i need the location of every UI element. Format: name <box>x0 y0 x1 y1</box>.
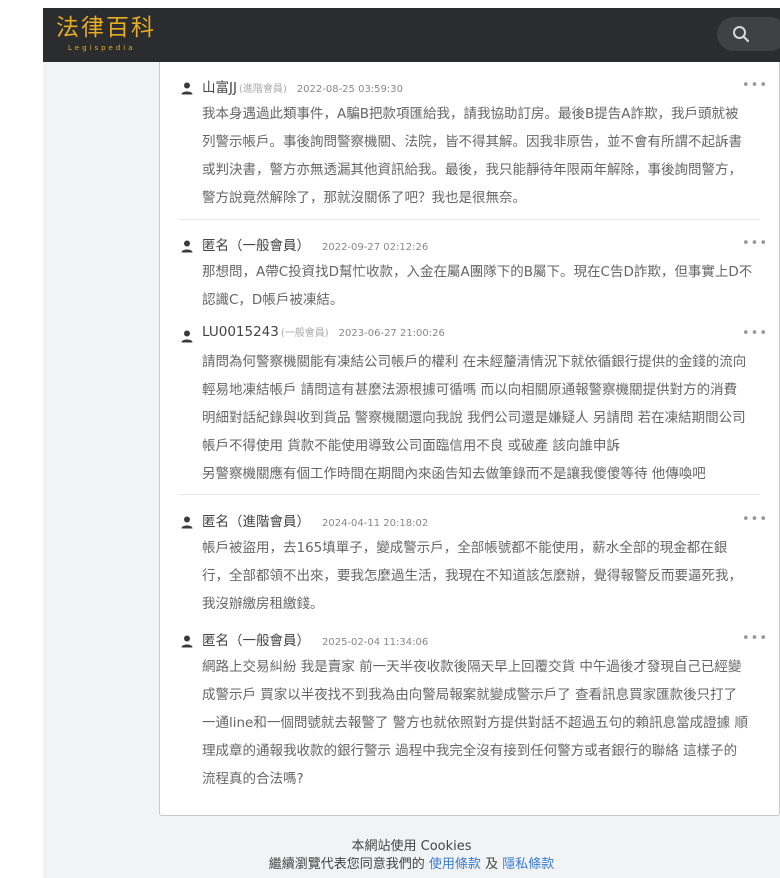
comment-author[interactable]: LU0015243 <box>202 324 279 340</box>
cookie-consent-line: 繼續瀏覽代表您同意我們的 使用條款 及 隱私條款 <box>43 856 780 874</box>
more-options-icon[interactable]: ••• <box>742 326 768 341</box>
more-options-icon[interactable]: ••• <box>742 512 768 527</box>
comment-item: LU0015243 (一般會員) 2023-06-27 21:00:26 ••• 請… <box>178 322 767 488</box>
privacy-link[interactable]: 隱私條款 <box>502 857 554 872</box>
comment-divider <box>178 494 760 495</box>
comment-meta: 匿名（一般會員） 2025-02-04 11:34:06 ••• <box>178 627 767 653</box>
search-icon <box>733 26 750 43</box>
comment-line: 請問為何警察機關能有凍結公司帳戶的權利 在未經釐清情況下就依循銀行提供的金錢的流… <box>202 354 747 370</box>
comment-meta: LU0015243 (一般會員) 2023-06-27 21:00:26 ••• <box>178 322 767 348</box>
comment-body: 我本身遇過此類事件，A騙B把款項匯給我，請我協助訂房。最後B提告A詐欺，我戶頭就… <box>202 100 760 212</box>
comment-time: 2024-04-11 20:18:02 <box>322 518 429 529</box>
comment-meta: 匿名（進階會員） 2024-04-11 20:18:02 ••• <box>178 508 767 534</box>
comment-line: 那想問，A帶C投資找D幫忙收款，入金在屬A團隊下的B屬下。現在C告D詐欺，但事實… <box>202 264 753 280</box>
comment-item: 匿名（一般會員） 2025-02-04 11:34:06 ••• 網路上交易糾紛 … <box>178 627 767 793</box>
comment-item: 匿名（進階會員） 2024-04-11 20:18:02 ••• 帳戶被盜用，去1… <box>178 508 767 618</box>
comment-time: 2022-08-25 03:59:30 <box>296 84 403 95</box>
comment-meta: 匿名（一般會員） 2022-09-27 02:12:26 ••• <box>178 232 767 258</box>
comment-line: 流程真的合法嗎? <box>202 771 304 787</box>
user-avatar-icon <box>181 330 193 343</box>
comment-line: 我本身遇過此類事件，A騙B把款項匯給我，請我協助訂房。最後B提告A詐欺，我戶頭就… <box>202 106 739 122</box>
site-header: 法律百科 Legispedia <box>43 8 780 62</box>
comment-line: 列警示帳戶。事後詢問警察機關、法院，皆不得其解。因我非原告，並不會有所謂不起訴書 <box>202 134 742 150</box>
cookie-and: 及 <box>485 857 499 872</box>
cookie-title: 本網站使用 Cookies <box>351 839 472 854</box>
cookie-notice: 本網站使用 Cookies 繼續瀏覽代表您同意我們的 使用條款 及 隱私條款 <box>43 838 780 874</box>
more-options-icon[interactable]: ••• <box>742 78 768 93</box>
comment-role: (進階會員) <box>238 84 287 95</box>
more-options-icon[interactable]: ••• <box>742 236 768 251</box>
comment-line: 理成章的通報我收款的銀行警示 過程中我完全沒有接到任何警方或者銀行的聯絡 這樣子… <box>202 743 738 759</box>
comment-line: 成警示戶 買家以半夜找不到我為由向警局報案就變成警示戶了 查看訊息買家匯款後只打… <box>202 687 738 703</box>
comment-line: 明細對話紀錄與收到貨品 警察機關還向我說 我們公司還是嫌疑人 另請問 若在凍結期… <box>202 410 746 426</box>
comment-author[interactable]: 匿名（一般會員） <box>202 238 310 254</box>
comment-line: 認識C，D帳戶被凍結。 <box>202 292 344 308</box>
terms-link[interactable]: 使用條款 <box>429 857 481 872</box>
more-options-icon[interactable]: ••• <box>742 631 768 646</box>
comments-card: 山富JJ (進階會員) 2022-08-25 03:59:30 ••• 我本身遇過此… <box>159 62 780 816</box>
comment-line: 一通line和一個問號就去報警了 警方也就依照對方提供對話不超過五句的賴訊息當成… <box>202 715 748 731</box>
comment-line: 我沒辦繳房租繳錢。 <box>202 596 324 612</box>
comment-divider <box>178 219 760 220</box>
comment-author[interactable]: 匿名（一般會員） <box>202 633 310 649</box>
comment-line: 輕易地凍結帳戶 請問這有甚麼法源根據可循嗎 而以向相關原通報警察機關提供對方的消… <box>202 382 738 398</box>
user-avatar-icon <box>181 240 193 253</box>
logo-subtitle: Legispedia <box>68 44 136 52</box>
cookie-prefix: 繼續瀏覽代表您同意我們的 <box>268 857 425 872</box>
comment-line: 或判決書，警方亦無透漏其他資訊給我。最後，我只能靜待年限兩年解除，事後詢問警方， <box>202 162 742 178</box>
comment-meta: 山富JJ (進階會員) 2022-08-25 03:59:30 ••• <box>178 74 767 100</box>
user-avatar-icon <box>181 635 193 648</box>
user-avatar-icon <box>181 82 193 95</box>
comment-author[interactable]: 山富JJ <box>202 80 237 96</box>
logo-title: 法律百科 <box>56 15 156 41</box>
comment-line: 行，全部都領不出來，要我怎麼過生活，我現在不知道該怎麼辦，覺得報警反而要逼死我， <box>202 568 742 584</box>
comment-role: (一般會員) <box>280 328 329 339</box>
comment-line: 帳戶被盜用，去165填單子，變成警示戶，全部帳號都不能使用，薪水全部的現金都在銀 <box>202 540 728 556</box>
comment-body: 那想問，A帶C投資找D幫忙收款，入金在屬A團隊下的B屬下。現在C告D詐欺，但事實… <box>202 258 760 314</box>
comment-body: 網路上交易糾紛 我是賣家 前一天半夜收款後隔天早上回覆交貨 中午過後才發現自己已… <box>202 653 760 793</box>
comment-line: 另警察機關應有個工作時間在期間內來函告知去做筆錄而不是讓我傻傻等待 他傳喚吧 <box>202 466 706 482</box>
user-avatar-icon <box>181 516 193 529</box>
comment-line: 帳戶不得使用 貨款不能使用導致公司面臨信用不良 或破產 該向誰申訴 <box>202 438 620 454</box>
comment-body: 帳戶被盜用，去165填單子，變成警示戶，全部帳號都不能使用，薪水全部的現金都在銀… <box>202 534 760 618</box>
comment-item: 匿名（一般會員） 2022-09-27 02:12:26 ••• 那想問，A帶C投… <box>178 232 767 314</box>
comment-line: 網路上交易糾紛 我是賣家 前一天半夜收款後隔天早上回覆交貨 中午過後才發現自己已… <box>202 659 742 675</box>
comment-body: 請問為何警察機關能有凍結公司帳戶的權利 在未經釐清情況下就依循銀行提供的金錢的流… <box>202 348 760 488</box>
comment-item: 山富JJ (進階會員) 2022-08-25 03:59:30 ••• 我本身遇過此… <box>178 74 767 212</box>
search-button[interactable] <box>717 17 780 51</box>
comment-time: 2025-02-04 11:34:06 <box>322 637 429 648</box>
comment-author[interactable]: 匿名（進階會員） <box>202 514 310 530</box>
comment-line: 警方說竟然解除了，那就沒關係了吧？我也是很無奈。 <box>202 190 526 206</box>
comment-time: 2023-06-27 21:00:26 <box>338 328 445 339</box>
site-logo[interactable]: 法律百科 Legispedia <box>56 13 156 53</box>
comment-time: 2022-09-27 02:12:26 <box>322 242 429 253</box>
